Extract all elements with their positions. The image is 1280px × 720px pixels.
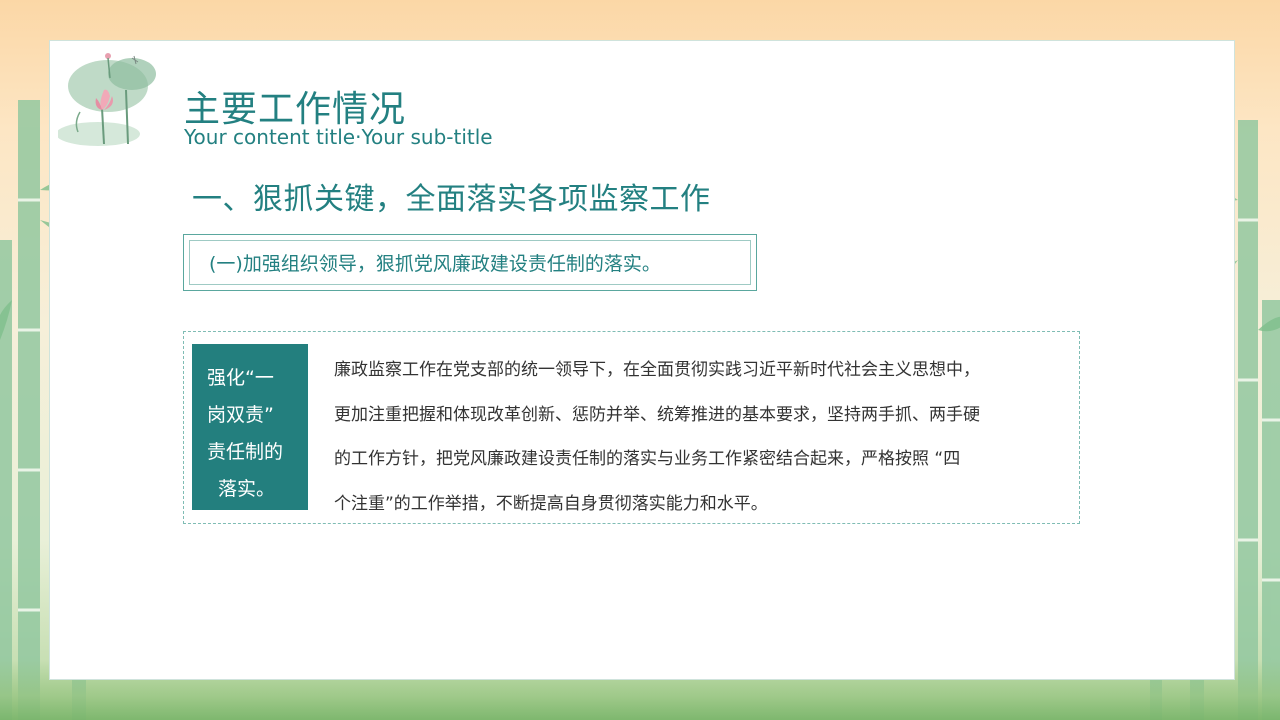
body-line: 更加注重把握和体现改革创新、惩防并举、统筹推进的基本要求，坚持两手抓、两手硬	[334, 404, 980, 425]
tag-line: 落实。	[218, 478, 276, 500]
tag-block: 强化“一 岗双责” 责任制的 落实。	[192, 344, 308, 510]
point-text: (一)加强组织领导，狠抓党风廉政建设责任制的落实。	[209, 253, 661, 275]
section-heading: 一、狠抓关键，全面落实各项监察工作	[192, 182, 711, 217]
tag-line: 强化“一	[207, 367, 274, 389]
tag-line: 岗双责”	[207, 404, 274, 426]
body-paragraph: 廉政监察工作在党支部的统一领导下，在全面贯彻实践习近平新时代社会主义思想中， 更…	[334, 348, 1064, 526]
tag-line: 责任制的	[207, 441, 284, 463]
point-box: (一)加强组织领导，狠抓党风廉政建设责任制的落实。	[183, 234, 757, 291]
page-subtitle: Your content title·Your sub-title	[184, 125, 493, 149]
body-line: 个注重”的工作举措，不断提高自身贯彻落实能力和水平。	[334, 493, 768, 514]
body-line: 廉政监察工作在党支部的统一领导下，在全面贯彻实践习近平新时代社会主义思想中，	[334, 360, 980, 380]
body-line: 的工作方针，把党风廉政建设责任制的落实与业务工作紧密结合起来，严格按照 “四	[334, 449, 961, 469]
lotus-painting-icon	[58, 53, 156, 146]
